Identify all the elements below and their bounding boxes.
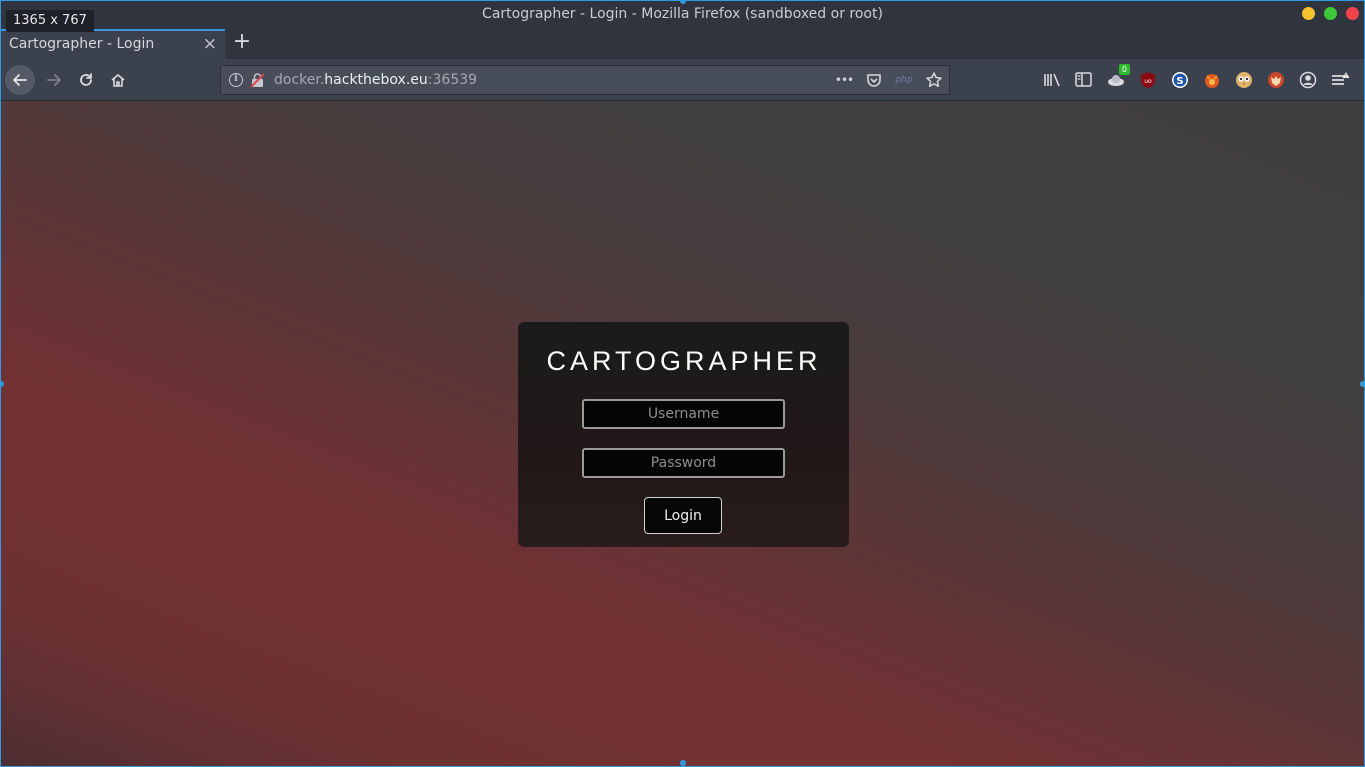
url-actions: ••• php xyxy=(835,66,943,94)
library-icon[interactable] xyxy=(1041,69,1062,90)
menu-icon[interactable]: ! xyxy=(1329,69,1350,90)
insecure-lock-icon[interactable] xyxy=(251,73,264,88)
tab-close-icon[interactable]: × xyxy=(203,31,217,57)
reload-icon xyxy=(80,73,92,86)
back-arrow-icon xyxy=(13,74,27,86)
extension-badge-icon[interactable]: 0 xyxy=(1105,64,1130,90)
close-window-button[interactable] xyxy=(1346,7,1359,20)
s-extension-icon[interactable]: S xyxy=(1169,69,1190,90)
forward-arrow-icon xyxy=(47,74,61,86)
window-controls xyxy=(1302,7,1359,20)
site-info-icon[interactable]: i xyxy=(229,73,243,87)
forward-button[interactable] xyxy=(39,65,69,95)
toolbar-icons: 0 uo S ! xyxy=(1041,64,1350,90)
resize-handle-bottom[interactable] xyxy=(680,760,686,766)
window-titlebar: Cartographer - Login - Mozilla Firefox (… xyxy=(1,1,1364,29)
back-button[interactable] xyxy=(5,65,35,95)
brand-logo: CARTOGRAPHER xyxy=(518,342,849,378)
sidebar-icon[interactable] xyxy=(1073,69,1094,90)
resize-handle-right[interactable] xyxy=(1360,381,1365,387)
address-bar[interactable]: i docker.hackthebox.eu:36539 ••• php xyxy=(220,65,950,95)
window-title: Cartographer - Login - Mozilla Firefox (… xyxy=(482,6,883,22)
reload-button[interactable] xyxy=(71,65,101,95)
tab-cartographer-login[interactable]: Cartographer - Login × xyxy=(1,29,225,59)
tab-strip: Cartographer - Login × + xyxy=(1,29,1364,59)
ublock-icon[interactable]: uo xyxy=(1137,69,1158,90)
extension-badge-count: 0 xyxy=(1118,64,1130,75)
account-icon[interactable] xyxy=(1297,69,1318,90)
url-port: :36539 xyxy=(427,72,478,88)
url-text[interactable]: docker.hackthebox.eu:36539 xyxy=(274,66,477,94)
new-tab-button[interactable]: + xyxy=(230,29,254,57)
owl-extension-icon[interactable] xyxy=(1233,69,1254,90)
svg-text:uo: uo xyxy=(1144,78,1152,85)
fox-extension-icon[interactable] xyxy=(1201,69,1222,90)
home-icon xyxy=(111,74,125,87)
maximize-button[interactable] xyxy=(1324,7,1337,20)
php-page-action-icon[interactable]: php xyxy=(895,71,913,89)
cartographer-logo: CARTOGRAPHER xyxy=(546,346,821,376)
url-subdomain: docker. xyxy=(274,72,325,88)
svg-text:!: ! xyxy=(1344,73,1346,79)
brand-text: CARTOGRAPHER xyxy=(546,346,821,376)
wolf-extension-icon[interactable] xyxy=(1265,69,1286,90)
username-input[interactable] xyxy=(582,399,785,429)
password-input[interactable] xyxy=(582,448,785,478)
home-button[interactable] xyxy=(103,65,133,95)
bookmark-star-icon[interactable] xyxy=(925,71,943,89)
page-actions-more-icon[interactable]: ••• xyxy=(835,71,854,89)
navigation-toolbar: i docker.hackthebox.eu:36539 ••• php 0 u… xyxy=(1,59,1364,101)
screen-size-badge: 1365 x 767 xyxy=(6,10,94,32)
url-domain: hackthebox.eu xyxy=(324,72,428,88)
minimize-button[interactable] xyxy=(1302,7,1315,20)
tab-label: Cartographer - Login xyxy=(9,36,155,52)
login-card: CARTOGRAPHER Login xyxy=(518,322,849,547)
pocket-icon[interactable] xyxy=(865,71,883,89)
svg-text:S: S xyxy=(1176,76,1183,87)
page-viewport: CARTOGRAPHER Login xyxy=(1,101,1364,766)
login-button[interactable]: Login xyxy=(644,497,722,534)
